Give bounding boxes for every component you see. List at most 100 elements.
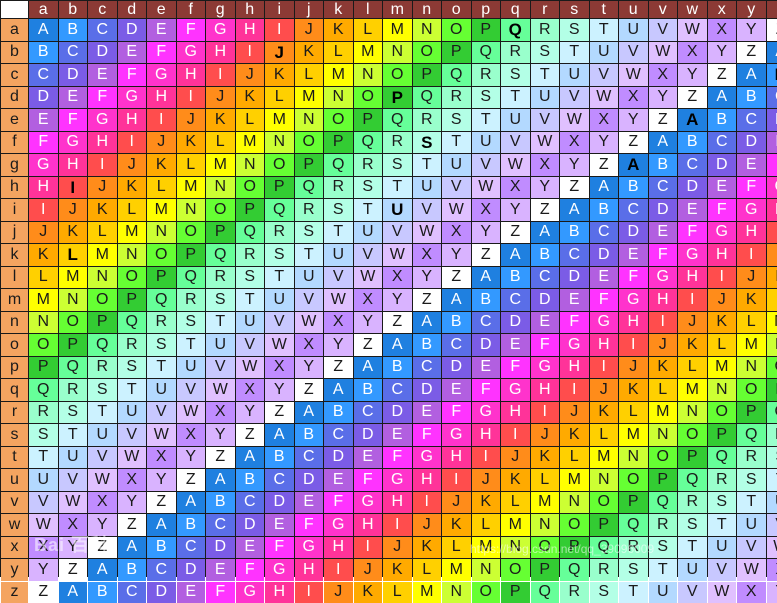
- cell-i-v: D: [649, 199, 678, 221]
- cell-m-r: D: [531, 289, 560, 311]
- cell-r-o: F: [442, 402, 471, 424]
- cell-i-l: T: [354, 199, 383, 221]
- cell-q-j: Z: [295, 379, 324, 401]
- cell-i-m: U: [383, 199, 412, 221]
- cell-v-y: T: [737, 492, 766, 514]
- cell-k-o: Y: [442, 244, 471, 266]
- cell-t-r: K: [531, 447, 560, 469]
- cell-k-n: X: [413, 244, 442, 266]
- cell-p-y: N: [737, 357, 766, 379]
- cell-f-i: N: [265, 132, 294, 154]
- cell-l-d: O: [118, 267, 147, 289]
- cell-p-g: V: [206, 357, 235, 379]
- cell-j-d: M: [118, 222, 147, 244]
- cell-d-j: M: [295, 87, 324, 109]
- cell-q-v: L: [649, 379, 678, 401]
- cell-o-h: V: [236, 334, 265, 356]
- cell-s-t: L: [590, 424, 619, 446]
- cell-e-t: X: [590, 109, 619, 131]
- cell-u-g: A: [206, 469, 235, 491]
- cell-u-v: P: [649, 469, 678, 491]
- cell-q-c: S: [88, 379, 117, 401]
- cell-b-i: J: [265, 42, 294, 64]
- cell-w-p: L: [472, 514, 501, 536]
- row-header-p: p: [1, 357, 28, 379]
- cell-y-a: Y: [29, 559, 58, 581]
- cell-g-c: I: [88, 154, 117, 176]
- cell-r-e: V: [147, 402, 176, 424]
- cell-u-j: D: [295, 469, 324, 491]
- cell-o-q: E: [501, 334, 530, 356]
- cell-i-n: V: [413, 199, 442, 221]
- cell-v-n: I: [413, 492, 442, 514]
- cell-v-d: Y: [118, 492, 147, 514]
- cell-k-g: Q: [206, 244, 235, 266]
- cell-n-m: Z: [383, 312, 412, 334]
- cell-n-f: S: [177, 312, 206, 334]
- cell-e-w: A: [678, 109, 707, 131]
- column-header-s: s: [560, 1, 589, 18]
- cell-v-c: X: [88, 492, 117, 514]
- cell-v-i: D: [265, 492, 294, 514]
- cell-n-x: K: [708, 312, 737, 334]
- cell-a-h: H: [236, 19, 265, 41]
- cell-y-k: I: [324, 559, 353, 581]
- cell-x-r: O: [531, 537, 560, 559]
- cell-g-g: M: [206, 154, 235, 176]
- cell-m-f: R: [177, 289, 206, 311]
- cell-m-h: T: [236, 289, 265, 311]
- cell-q-x: N: [708, 379, 737, 401]
- cell-w-h: D: [236, 514, 265, 536]
- cell-n-z: M: [767, 312, 777, 334]
- cell-b-g: H: [206, 42, 235, 64]
- row-header-q: q: [1, 379, 28, 401]
- cell-o-p: D: [472, 334, 501, 356]
- cell-c-k: M: [324, 64, 353, 86]
- vigenere-square: abcdefghijklmnopqrstuvwxyzaABCDEFGHIJKLM…: [0, 0, 777, 577]
- cell-l-f: Q: [177, 267, 206, 289]
- cell-k-j: T: [295, 244, 324, 266]
- cell-m-w: I: [678, 289, 707, 311]
- column-header-r: r: [531, 1, 560, 18]
- cell-g-d: J: [118, 154, 147, 176]
- cell-i-u: C: [619, 199, 648, 221]
- cell-u-f: Z: [177, 469, 206, 491]
- row-header-h: h: [1, 177, 28, 199]
- cell-t-q: J: [501, 447, 530, 469]
- cell-p-s: H: [560, 357, 589, 379]
- cell-r-j: A: [295, 402, 324, 424]
- cell-f-d: I: [118, 132, 147, 154]
- cell-u-a: U: [29, 469, 58, 491]
- cell-z-l: K: [354, 582, 383, 603]
- cell-d-u: X: [619, 87, 648, 109]
- cell-z-g: F: [206, 582, 235, 603]
- cell-k-p: Z: [472, 244, 501, 266]
- cell-q-w: M: [678, 379, 707, 401]
- cell-v-f: A: [177, 492, 206, 514]
- column-header-x: x: [708, 1, 737, 18]
- cell-m-y: K: [737, 289, 766, 311]
- cell-f-h: M: [236, 132, 265, 154]
- cell-m-s: E: [560, 289, 589, 311]
- cell-b-l: M: [354, 42, 383, 64]
- cell-w-o: K: [442, 514, 471, 536]
- cell-s-s: K: [560, 424, 589, 446]
- cell-d-e: H: [147, 87, 176, 109]
- cell-v-v: Q: [649, 492, 678, 514]
- cell-e-g: K: [206, 109, 235, 131]
- cell-i-h: P: [236, 199, 265, 221]
- cell-f-o: T: [442, 132, 471, 154]
- cell-x-s: P: [560, 537, 589, 559]
- cell-l-m: X: [383, 267, 412, 289]
- cell-g-u: A: [619, 154, 648, 176]
- cell-f-t: Y: [590, 132, 619, 154]
- cell-o-b: P: [59, 334, 88, 356]
- row-header-l: l: [1, 267, 28, 289]
- cell-w-t: P: [590, 514, 619, 536]
- cell-i-o: W: [442, 199, 471, 221]
- cell-o-t: H: [590, 334, 619, 356]
- cell-y-b: Z: [59, 559, 88, 581]
- cell-d-s: V: [560, 87, 589, 109]
- row-header-v: v: [1, 492, 28, 514]
- column-header-j: j: [295, 1, 324, 18]
